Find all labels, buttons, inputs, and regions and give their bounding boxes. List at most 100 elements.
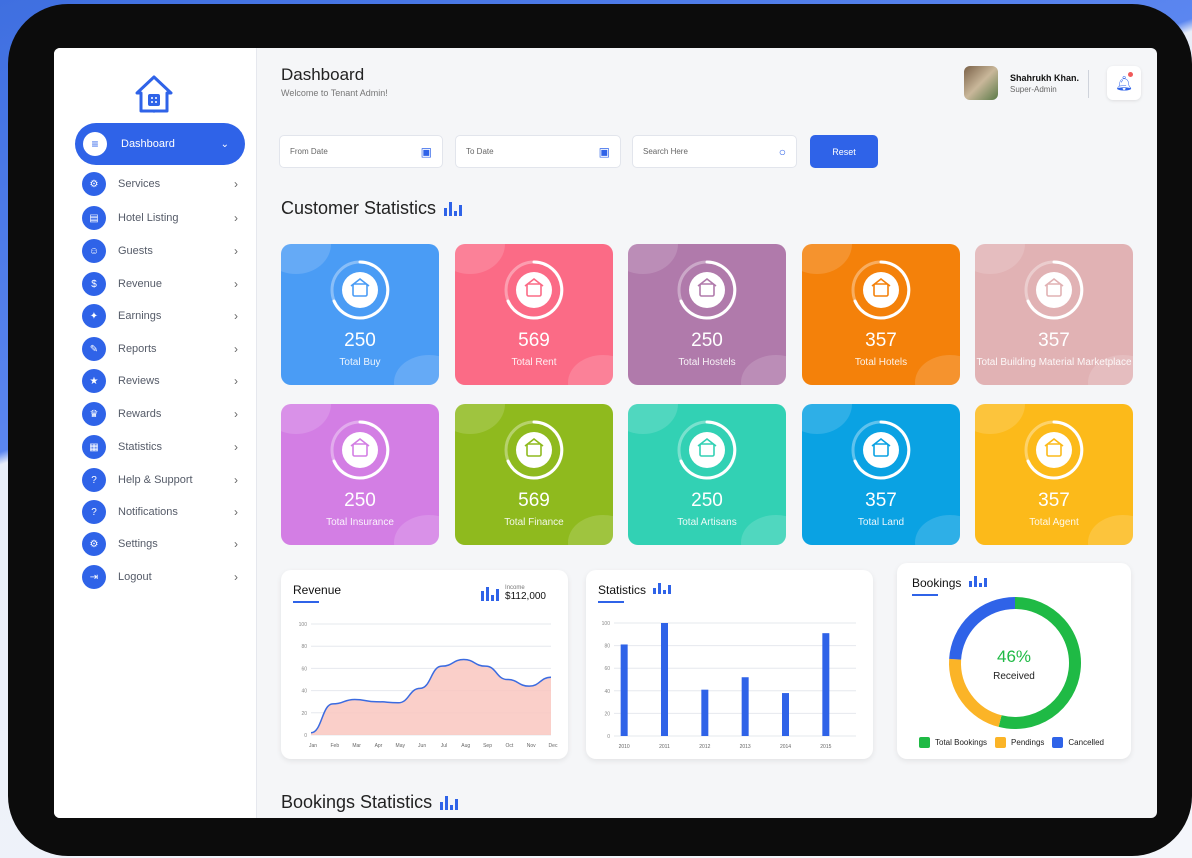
y-tick-label: 60	[604, 666, 610, 672]
notification-button[interactable]: 🔔︎	[1107, 66, 1141, 100]
card-label: Total Land	[857, 517, 905, 528]
from-date-field[interactable]: From Date ▣	[279, 135, 443, 168]
bookings-panel: Bookings 46% Received Total Bookings Pend…	[897, 563, 1131, 759]
sidebar-item-label: Earnings	[118, 310, 162, 322]
chevron-right-icon: ›	[234, 177, 238, 191]
chevron-right-icon: ›	[234, 407, 238, 421]
calendar-icon[interactable]: ▣	[421, 145, 432, 159]
y-tick-label: 60	[301, 666, 307, 672]
sidebar-item-services[interactable]: ⚙ Services ›	[82, 171, 242, 197]
sidebar-item-earnings[interactable]: ✦ Earnings ›	[82, 303, 242, 329]
sidebar-item-notifications[interactable]: ? Notifications ›	[82, 499, 242, 525]
x-tick-label: 2014	[780, 744, 791, 750]
card-label: Total Buy	[339, 357, 381, 368]
x-tick-label: 2015	[820, 744, 831, 750]
calendar-icon[interactable]: ▣	[599, 145, 610, 159]
avatar	[963, 66, 998, 100]
card-decoration	[628, 404, 678, 434]
bar	[620, 644, 628, 736]
x-tick-label: Jul	[441, 743, 447, 749]
notification-dot	[1128, 72, 1133, 77]
home-logo-icon[interactable]	[134, 74, 174, 116]
stat-card[interactable]: 357 Total Building Material Marketplace	[975, 244, 1133, 385]
y-tick-label: 40	[301, 689, 307, 695]
x-tick-label: 2010	[619, 744, 630, 750]
stat-card[interactable]: 357 Total Land	[802, 404, 960, 545]
search-icon[interactable]: ○	[779, 145, 786, 159]
sidebar-item-label: Notifications	[118, 506, 178, 518]
card-label: Total Artisans	[677, 517, 737, 528]
main-content: Dashboard Welcome to Tenant Admin! Shahr…	[257, 48, 1157, 818]
sidebar-item-logout[interactable]: ⇥ Logout ›	[82, 564, 242, 590]
sidebar-item-label: Settings	[118, 538, 158, 550]
page-title: Dashboard	[281, 65, 365, 84]
stat-card[interactable]: 569 Total Rent	[455, 244, 613, 385]
stat-card[interactable]: 357 Total Hotels	[802, 244, 960, 385]
card-icon	[330, 260, 390, 320]
logout-icon: ⇥	[82, 565, 106, 589]
chevron-right-icon: ›	[234, 440, 238, 454]
sidebar-item-label: Guests	[118, 245, 153, 257]
card-value: 250	[691, 490, 723, 511]
stat-card[interactable]: 357 Total Agent	[975, 404, 1133, 545]
sidebar-item-reports[interactable]: ✎ Reports ›	[82, 336, 242, 362]
sidebar-item-dashboard[interactable]: ≡ Dashboard ⌄	[75, 123, 245, 165]
y-tick-label: 0	[304, 733, 307, 739]
chevron-right-icon: ›	[234, 537, 238, 551]
revenue-panel: Revenue Income $112,000 0 20 40 60 80 100 Jan F…	[281, 570, 568, 759]
sidebar-item-settings[interactable]: ⚙ Settings ›	[82, 531, 242, 557]
sidebar-item-statistics[interactable]: ▦ Statistics ›	[82, 434, 242, 460]
chevron-right-icon: ›	[234, 244, 238, 258]
sidebar-item-rewards[interactable]: ♛ Rewards ›	[82, 401, 242, 427]
chevron-right-icon: ›	[234, 342, 238, 356]
section-title: Bookings Statistics	[281, 792, 433, 812]
card-icon	[677, 420, 737, 480]
help-icon: ?	[82, 468, 106, 492]
bar	[661, 623, 668, 736]
card-label: Total Rent	[511, 357, 557, 368]
x-tick-label: Jun	[418, 743, 426, 749]
x-tick-label: Nov	[527, 743, 536, 749]
card-icon	[851, 260, 911, 320]
card-icon	[851, 420, 911, 480]
y-tick-label: 80	[604, 644, 610, 650]
card-decoration	[975, 404, 1025, 434]
settings-icon: ⚙	[82, 532, 106, 556]
sidebar-item-revenue[interactable]: $ Revenue ›	[82, 271, 242, 297]
stat-card[interactable]: 250 Total Artisans	[628, 404, 786, 545]
x-tick-label: Mar	[352, 743, 361, 749]
user-profile[interactable]: Shahrukh Khan. Super-Admin	[963, 66, 1079, 100]
statistics-icon: ▦	[82, 435, 106, 459]
card-value: 357	[1038, 330, 1070, 351]
card-decoration	[455, 404, 505, 434]
sidebar-item-reviews[interactable]: ★ Reviews ›	[82, 368, 242, 394]
stat-card[interactable]: 250 Total Insurance	[281, 404, 439, 545]
x-tick-label: May	[396, 743, 406, 749]
earnings-icon: ✦	[82, 304, 106, 328]
legend-label: Total Bookings	[935, 738, 988, 747]
stat-card[interactable]: 569 Total Finance	[455, 404, 613, 545]
card-decoration	[455, 244, 505, 274]
legend-swatch	[919, 737, 930, 748]
card-decoration	[281, 244, 331, 274]
bar-chart-icon	[440, 795, 459, 810]
legend-swatch	[1052, 737, 1064, 748]
to-date-field[interactable]: To Date ▣	[455, 135, 621, 168]
card-value: 569	[518, 330, 550, 351]
app-screen: ≡ Dashboard ⌄ ⚙ Services › ▤ Hotel Listing › ☺…	[54, 48, 1157, 818]
sidebar-item-help-support[interactable]: ? Help & Support ›	[82, 467, 242, 493]
bar	[782, 693, 789, 736]
card-value: 250	[344, 490, 376, 511]
card-decoration	[802, 404, 852, 434]
reset-button[interactable]: Reset	[810, 135, 878, 168]
sidebar-item-label: Revenue	[118, 278, 163, 290]
services-icon: ⚙	[82, 172, 106, 196]
revenue-icon: $	[82, 272, 106, 296]
card-value: 569	[518, 490, 550, 511]
stat-card[interactable]: 250 Total Buy	[281, 244, 439, 385]
reports-icon: ✎	[82, 337, 106, 361]
search-input[interactable]: Search Here ○	[632, 135, 797, 168]
sidebar-item-hotel-listing[interactable]: ▤ Hotel Listing ›	[82, 205, 242, 231]
stat-card[interactable]: 250 Total Hostels	[628, 244, 786, 385]
sidebar-item-guests[interactable]: ☺ Guests ›	[82, 238, 242, 264]
